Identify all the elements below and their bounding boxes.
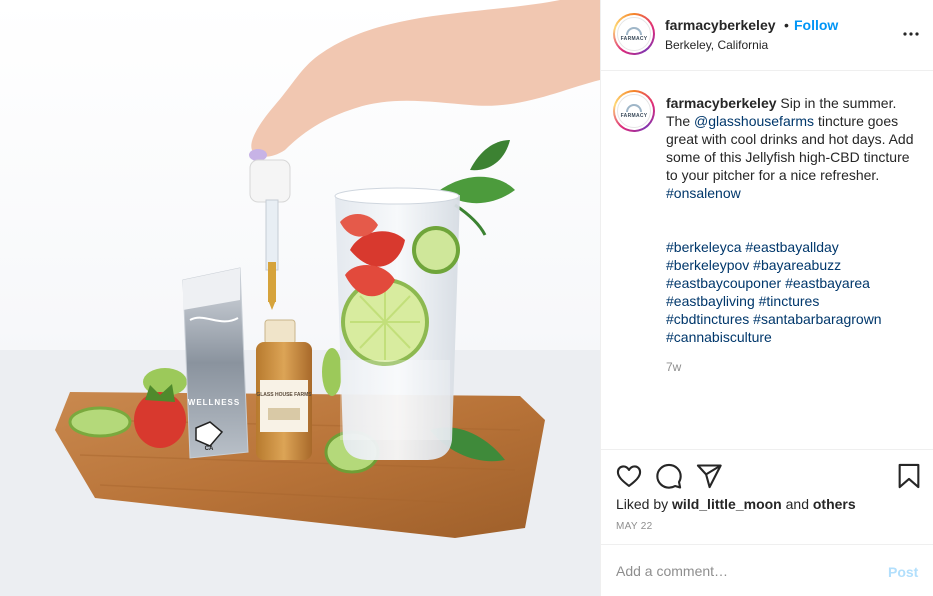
comment-input[interactable] <box>616 559 866 583</box>
photo-illustration: WELLNESS CA GLASS HOUSE FARMS <box>0 0 600 596</box>
hashtag-link[interactable]: #tinctures <box>759 293 820 309</box>
hashtag-link[interactable]: #eastbayallday <box>745 239 838 255</box>
bookmark-icon[interactable] <box>895 462 923 490</box>
comment-bar: Post <box>601 544 933 596</box>
username-link[interactable]: farmacyberkeley <box>665 17 776 33</box>
farmacy-logo-icon: FARMACY <box>617 17 651 51</box>
hashtag-link[interactable]: #eastbaycouponer <box>666 275 781 291</box>
farmacy-logo-icon: FARMACY <box>617 94 651 128</box>
caption-avatar[interactable]: FARMACY <box>613 90 655 132</box>
post-comment-button[interactable]: Post <box>888 564 918 580</box>
hashtag-link[interactable]: #onsalenow <box>666 185 741 201</box>
avatar[interactable]: FARMACY <box>613 13 655 55</box>
liked-and-label: and <box>785 496 809 512</box>
hashtag-list: #berkeleyca #eastbayallday #berkeleypov … <box>666 238 924 346</box>
hashtag-link[interactable]: #bayareabuzz <box>753 257 841 273</box>
liked-user-link[interactable]: wild_little_moon <box>672 496 782 512</box>
box-label: WELLNESS <box>188 398 240 407</box>
caption-age[interactable]: 7w <box>666 360 681 374</box>
product-box: WELLNESS CA <box>182 267 249 459</box>
hashtag-link[interactable]: #eastbayarea <box>785 275 870 291</box>
post-actions: Liked by wild_little_moon and others MAY… <box>601 449 933 596</box>
avatar-text: FARMACY <box>620 35 648 42</box>
mention-link[interactable]: @glasshousefarms <box>694 113 814 129</box>
hashtag-link[interactable]: #cbdtinctures <box>666 311 749 327</box>
hashtag-link[interactable]: #santabarbaragrown <box>753 311 881 327</box>
avatar-text: FARMACY <box>620 112 648 119</box>
hashtag-link[interactable]: #berkeleypov <box>666 257 749 273</box>
follow-button[interactable]: Follow <box>794 17 838 33</box>
heart-icon[interactable] <box>615 462 643 490</box>
follow-separator: • <box>784 17 789 33</box>
ca-label: CA <box>205 446 214 452</box>
post-photo[interactable]: WELLNESS CA GLASS HOUSE FARMS <box>0 0 600 596</box>
post-date[interactable]: MAY 22 <box>616 521 652 532</box>
likes-summary: Liked by wild_little_moon and others <box>616 496 856 512</box>
liked-others-link[interactable]: others <box>813 496 856 512</box>
more-horizontal-icon[interactable] <box>899 22 923 46</box>
water-glass <box>334 187 460 460</box>
hashtag-link[interactable]: #cannabisculture <box>666 329 772 345</box>
hashtag-link[interactable]: #eastbayliving <box>666 293 755 309</box>
location-link[interactable]: Berkeley, California <box>665 38 768 52</box>
caption-text: farmacyberkeley Sip in the summer. The @… <box>666 94 924 202</box>
caption-username[interactable]: farmacyberkeley <box>666 95 777 111</box>
post-header: FARMACY farmacyberkeley • Follow Berkele… <box>601 0 933 71</box>
post-sidebar: FARMACY farmacyberkeley • Follow Berkele… <box>600 0 933 596</box>
comment-icon[interactable] <box>655 462 683 490</box>
share-icon[interactable] <box>695 462 723 490</box>
instagram-post: WELLNESS CA GLASS HOUSE FARMS FARMACY fa… <box>0 0 933 596</box>
bottle-label: GLASS HOUSE FARMS <box>256 392 312 398</box>
hashtag-link[interactable]: #berkeleyca <box>666 239 742 255</box>
liked-by-label: Liked by <box>616 496 669 512</box>
